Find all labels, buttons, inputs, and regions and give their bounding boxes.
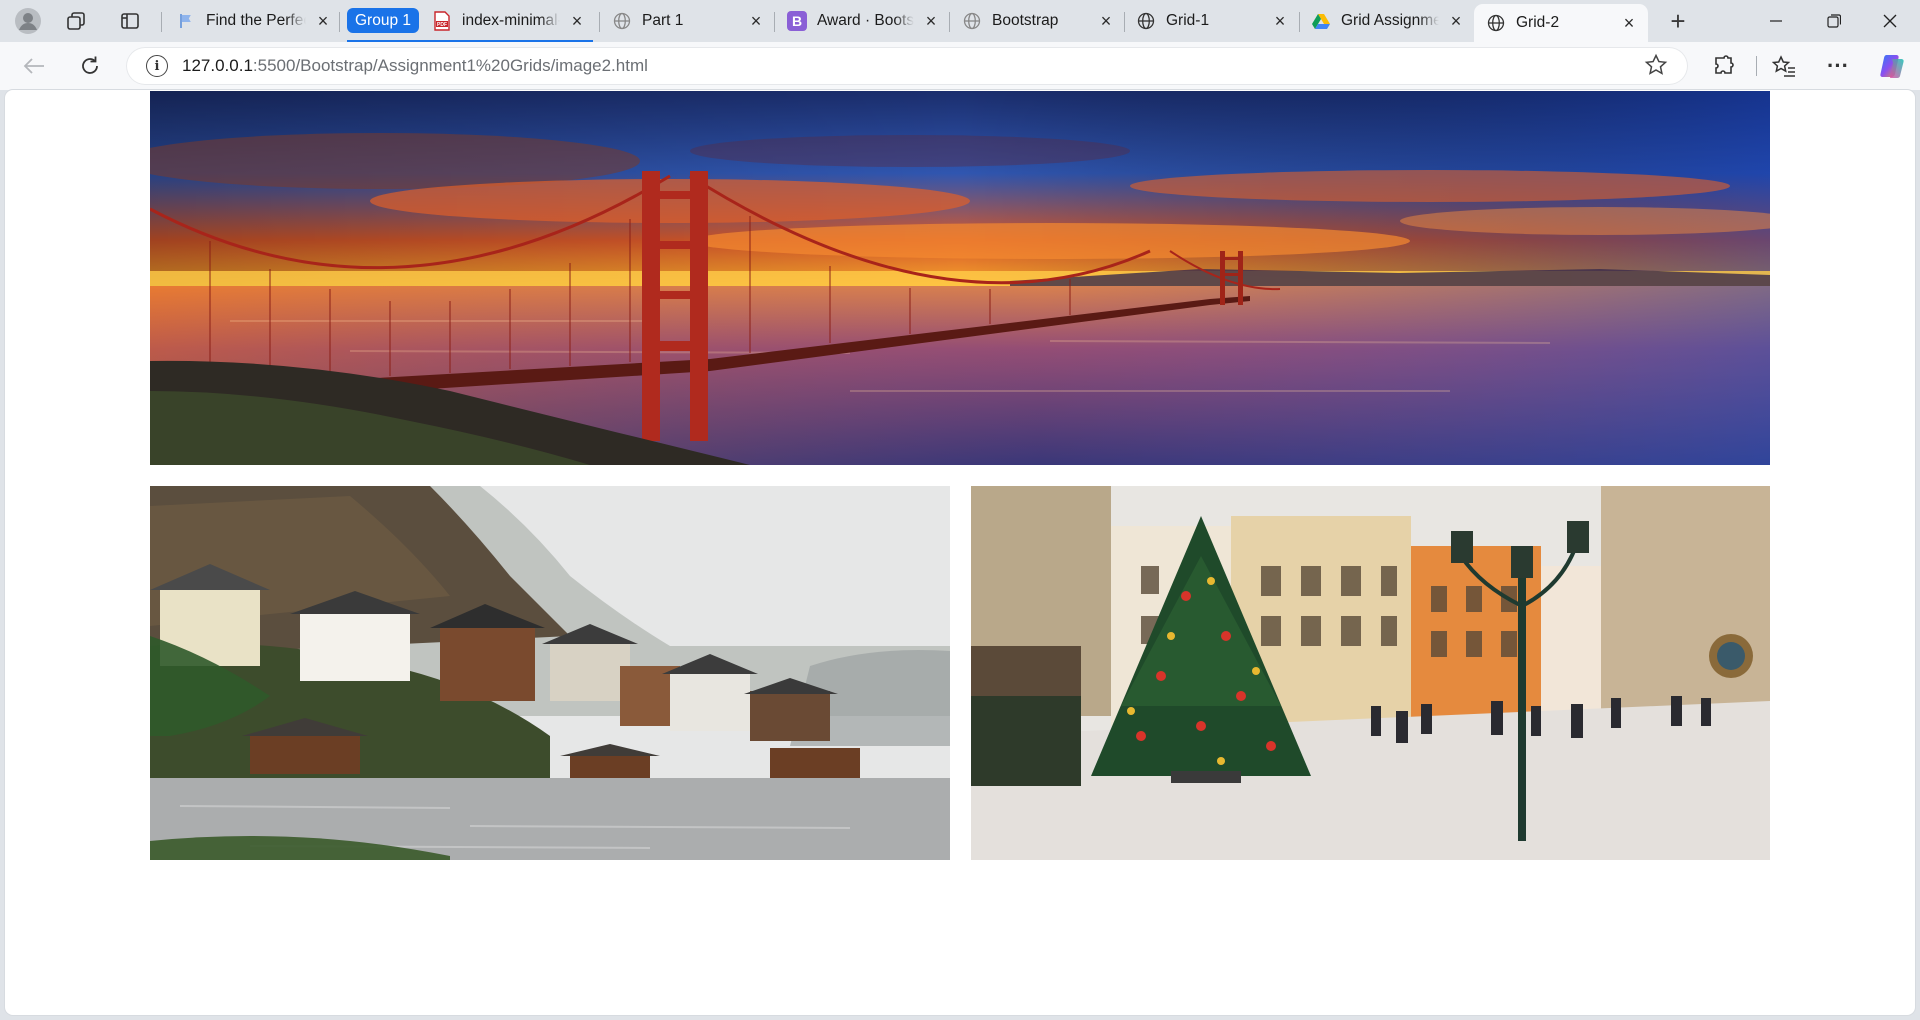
globe-icon — [1486, 13, 1506, 33]
close-icon[interactable]: × — [745, 10, 767, 32]
tab-separator — [339, 12, 340, 32]
address-bar[interactable]: i 127.0.0.1:5500/Bootstrap/Assignment1%2… — [126, 47, 1688, 85]
globe-icon — [962, 11, 982, 31]
more-icon[interactable]: ··· — [1820, 50, 1856, 82]
tab-index-pdf[interactable]: PDF index-minimal-b-c-1.pdf × — [420, 4, 596, 38]
tab-label: index-minimal-b-c-1.pdf — [462, 12, 560, 29]
svg-text:PDF: PDF — [437, 22, 447, 28]
tab-separator — [161, 12, 162, 32]
profile-icon[interactable] — [8, 4, 48, 38]
close-icon[interactable]: × — [566, 10, 588, 32]
toolbar-separator — [1756, 56, 1757, 76]
vertical-tabs-icon[interactable] — [110, 4, 150, 38]
minimize-icon[interactable] — [1748, 0, 1804, 42]
tab-award-bootstrap[interactable]: B Award · Bootstrap × — [775, 4, 950, 38]
close-icon[interactable]: × — [1445, 10, 1467, 32]
flag-icon — [176, 11, 196, 31]
site-info-icon[interactable]: i — [146, 55, 168, 77]
restore-icon[interactable] — [1806, 0, 1862, 42]
tab-group-chip[interactable]: Group 1 — [347, 8, 420, 33]
tab-part-1[interactable]: Part 1 × — [600, 4, 775, 38]
tab-grid-2[interactable]: Grid-2 × — [1474, 4, 1648, 42]
tab-label: Grid-1 — [1166, 12, 1210, 29]
copilot-icon[interactable] — [1874, 50, 1910, 82]
tab-grid-1[interactable]: Grid-1 × — [1124, 4, 1299, 38]
tab-label: Part 1 — [642, 12, 684, 29]
url-host: 127.0.0.1 — [182, 56, 253, 75]
page-viewport — [5, 90, 1915, 1015]
tab-grid-assignment[interactable]: Grid Assignment × — [1299, 4, 1475, 38]
close-icon[interactable]: × — [1095, 10, 1117, 32]
pdf-icon: PDF — [432, 11, 452, 31]
google-drive-icon — [1311, 11, 1331, 31]
url-text: 127.0.0.1:5500/Bootstrap/Assignment1%20G… — [182, 56, 648, 76]
tab-label: Grid-2 — [1516, 14, 1560, 31]
globe-icon — [612, 11, 632, 31]
back-arrow-icon[interactable] — [16, 50, 52, 82]
bootstrap-icon: B — [787, 11, 807, 31]
close-icon[interactable]: × — [1618, 12, 1640, 34]
favorites-icon[interactable] — [1766, 50, 1802, 82]
tab-bootstrap[interactable]: Bootstrap × — [950, 4, 1125, 38]
close-window-icon[interactable] — [1862, 0, 1918, 42]
close-icon[interactable]: × — [312, 10, 334, 32]
url-path: :5500/Bootstrap/Assignment1%20Grids/imag… — [252, 56, 648, 75]
new-tab-icon[interactable]: + — [1658, 4, 1698, 38]
close-icon[interactable]: × — [920, 10, 942, 32]
star-icon[interactable] — [1644, 53, 1668, 84]
bridge-image — [150, 91, 1770, 465]
address-toolbar: i 127.0.0.1:5500/Bootstrap/Assignment1%2… — [0, 42, 1920, 90]
workspaces-icon[interactable] — [56, 4, 96, 38]
tab-label: Award · Bootstrap — [817, 12, 914, 29]
globe-icon — [1136, 11, 1156, 31]
tab-find-project-name[interactable]: Find the Perfect Project Name for a GitH… — [164, 4, 342, 38]
tab-label: Grid Assignment — [1341, 12, 1439, 29]
puzzle-icon[interactable] — [1706, 50, 1742, 82]
tab-label: Bootstrap — [992, 12, 1059, 29]
close-icon[interactable]: × — [1269, 10, 1291, 32]
refresh-icon[interactable] — [72, 50, 108, 82]
tab-strip: Find the Perfect Project Name for a GitH… — [0, 0, 1920, 42]
tab-label: Find the Perfect Project Name for a GitH… — [206, 12, 306, 29]
village-image — [150, 486, 950, 860]
market-image — [971, 486, 1770, 860]
